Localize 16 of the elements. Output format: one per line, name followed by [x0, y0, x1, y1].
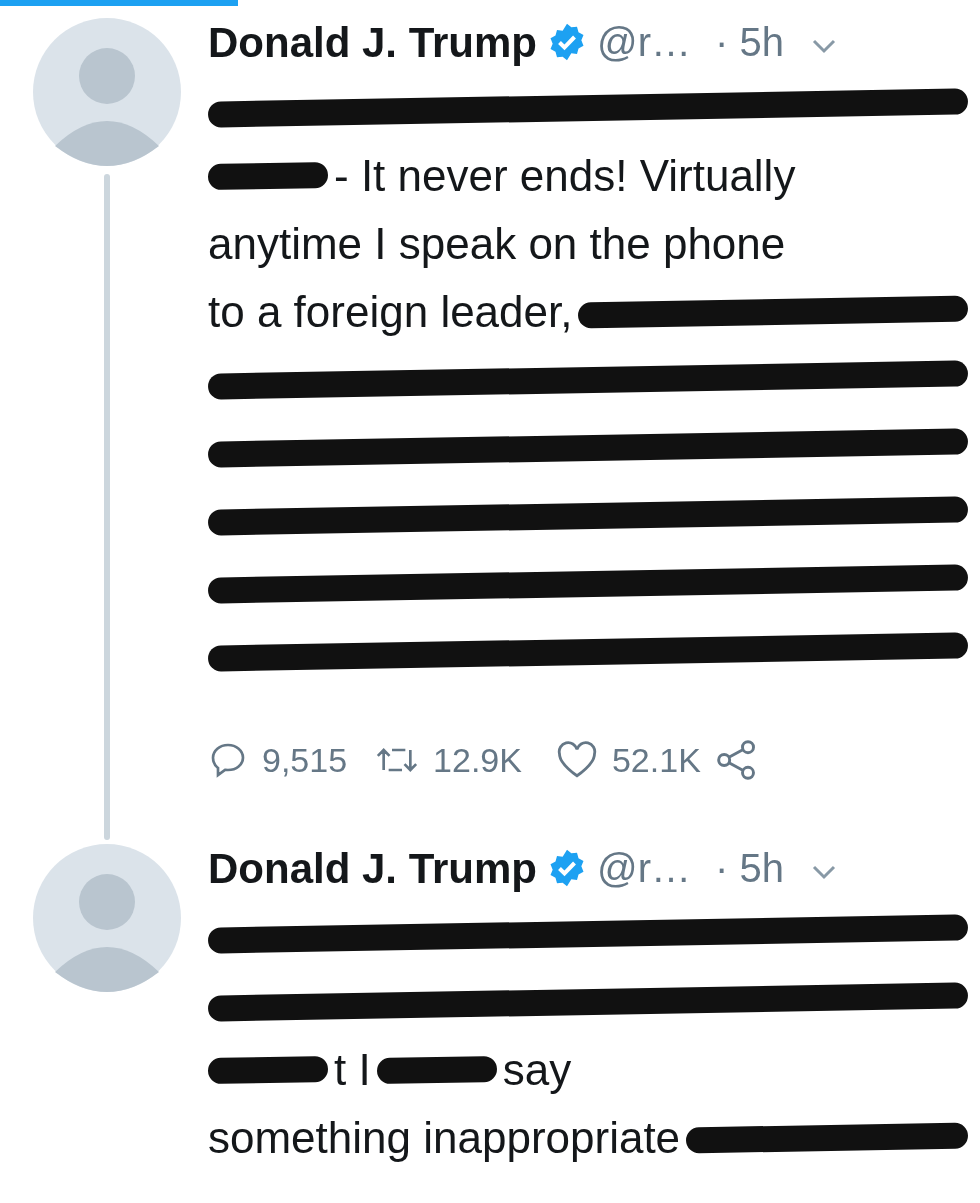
- tweet-text: to a foreign leader,: [208, 286, 573, 338]
- reply-count: 9,515: [262, 739, 348, 781]
- timestamp[interactable]: · 5h: [714, 838, 784, 898]
- author-name[interactable]: Donald J. Trump: [208, 836, 538, 900]
- user-handle[interactable]: @r…: [597, 838, 691, 898]
- author-name[interactable]: Donald J. Trump: [208, 10, 538, 74]
- heart-icon[interactable]: [555, 740, 598, 780]
- tweet-text: say: [502, 1044, 572, 1096]
- tweet-text: something inappropriate: [208, 1112, 681, 1164]
- timestamp[interactable]: · 5h: [714, 12, 784, 72]
- tweet-text: t I: [334, 1044, 371, 1096]
- like-count: 52.1K: [611, 739, 701, 781]
- tweet-text: anytime I speak on the phone: [208, 218, 786, 270]
- user-handle[interactable]: @r…: [597, 12, 691, 72]
- tweet-text: - It never ends! Virtually: [334, 150, 796, 202]
- retweet-count: 12.9K: [433, 739, 522, 781]
